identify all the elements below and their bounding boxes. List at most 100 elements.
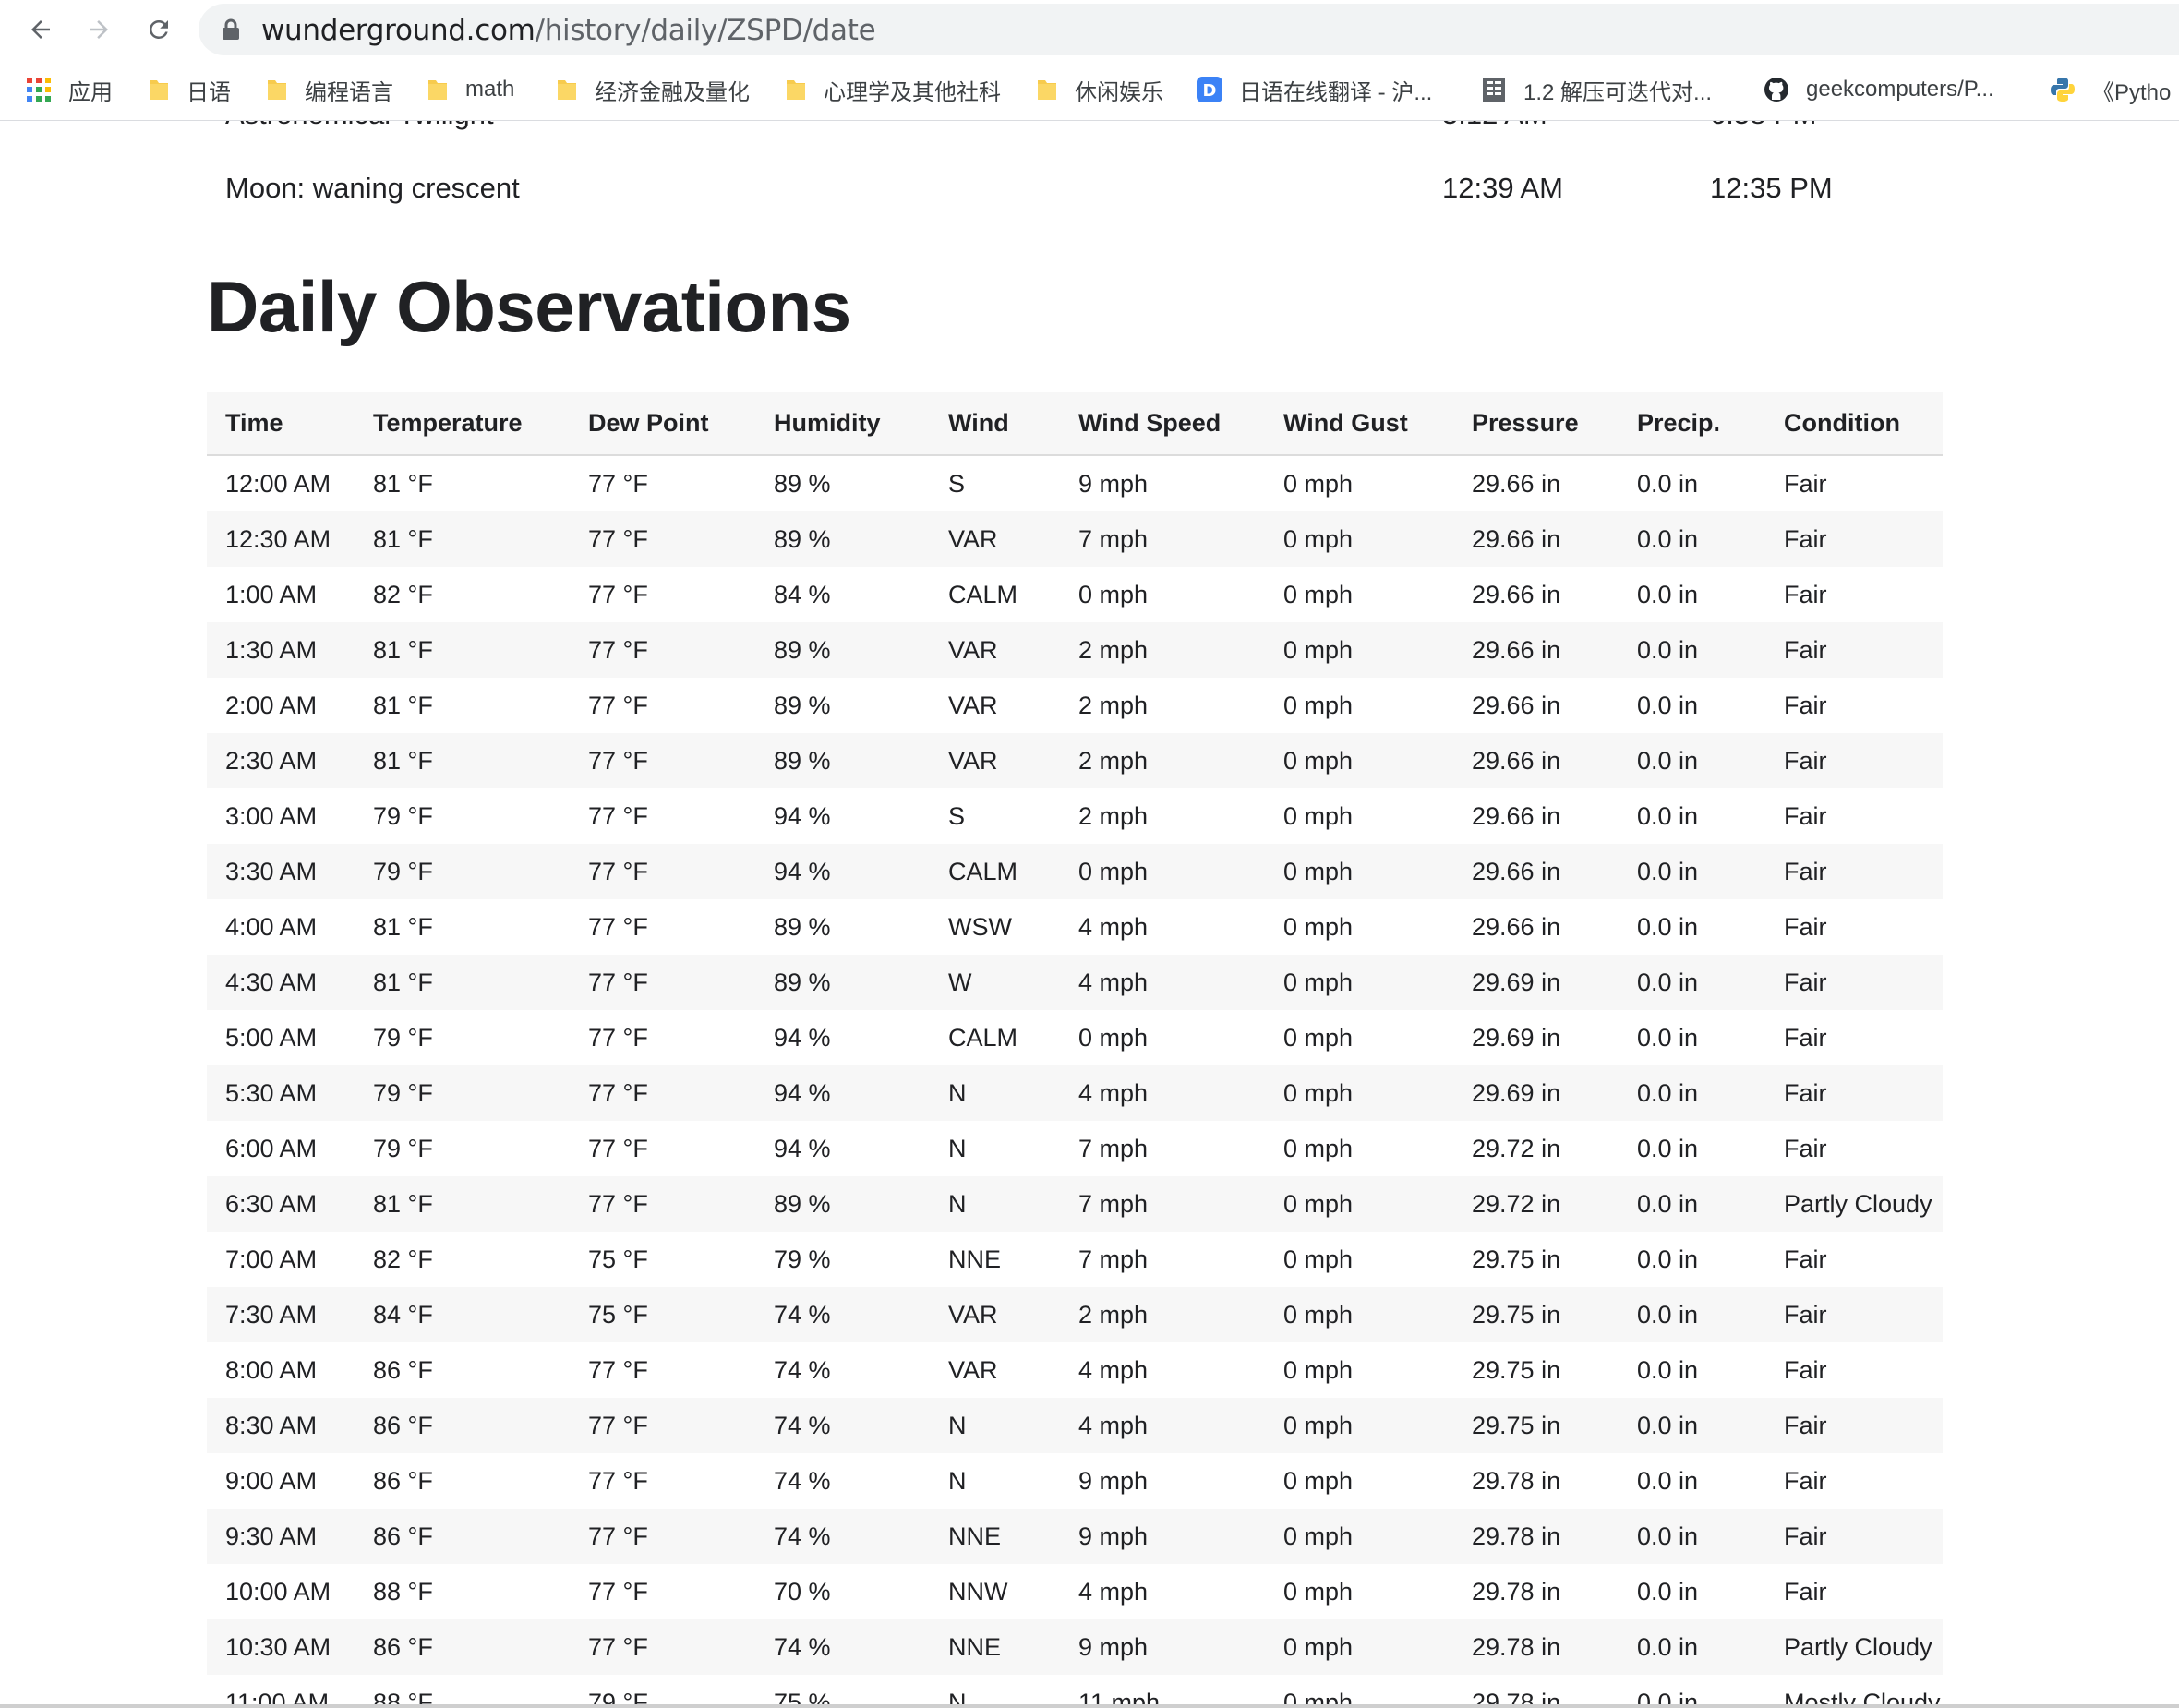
table-cell: 86 °F: [355, 1619, 570, 1675]
table-cell: 79 °F: [373, 1023, 433, 1052]
bookmark-github-geekcomputers[interactable]: geekcomputers/P...: [1764, 71, 1994, 108]
table-cell: 0 mph: [1265, 1287, 1453, 1342]
table-cell: 86 °F: [373, 1466, 433, 1495]
table-row: 6:00 AM 79 °F 77 °F 94 % N 7 mph 0 mph 29.72 in…: [207, 1121, 1943, 1176]
back-button[interactable]: [20, 9, 61, 50]
table-cell: 84 °F: [355, 1287, 570, 1342]
bookmark-apps[interactable]: 应用: [26, 71, 113, 108]
table-cell: 0.0 in: [1619, 622, 1765, 678]
table-cell: Mostly Cloudy: [1784, 1688, 1941, 1708]
table-cell: 77 °F: [588, 801, 648, 830]
table-cell: 0.0 in: [1637, 912, 1699, 941]
table-body: 12:00 AM 81 °F 77 °F 89 % S 9 mph 0 mph 29.66 i…: [207, 455, 1943, 1708]
table-cell: 79 °F: [355, 844, 570, 899]
table-cell: Fair: [1784, 469, 1827, 498]
table-cell: 77 °F: [588, 469, 648, 498]
url-path: /history/daily/ZSPD/date: [535, 14, 876, 47]
table-cell: 77 °F: [570, 622, 755, 678]
table-cell: 29.66 in: [1472, 801, 1561, 830]
apps-grid-icon: [27, 78, 51, 102]
arrow-right-icon: [90, 20, 108, 39]
table-cell: Fair: [1784, 912, 1827, 941]
column-header-wind[interactable]: Wind: [930, 392, 1060, 456]
table-cell: 4 mph: [1060, 955, 1265, 1010]
table-cell: 4 mph: [1078, 1577, 1149, 1606]
table-cell: 70 %: [774, 1577, 831, 1606]
table-cell: 77 °F: [570, 844, 755, 899]
table-cell: 74 %: [755, 1509, 930, 1564]
table-cell: 0 mph: [1283, 1134, 1354, 1162]
forward-button[interactable]: [78, 9, 119, 50]
bookmark-label: 经济金融及量化: [595, 79, 750, 105]
column-header-dew-point[interactable]: Dew Point: [570, 392, 755, 456]
table-cell: 0 mph: [1078, 580, 1149, 608]
address-bar[interactable]: wunderground.com/history/daily/ZSPD/date: [199, 4, 2179, 55]
table-row: 2:30 AM 81 °F 77 °F 89 % VAR 2 mph 0 mph 29.66 …: [207, 733, 1943, 788]
table-cell: 75 °F: [588, 1245, 648, 1273]
window-bottom-edge: [0, 1704, 2179, 1708]
table-cell: 94 %: [755, 844, 930, 899]
bookmark-folder-programming[interactable]: 编程语言: [266, 71, 393, 108]
table-cell: 4:30 AM: [207, 955, 355, 1010]
reload-icon: [149, 19, 168, 39]
table-row: 3:30 AM 79 °F 77 °F 94 % CALM 0 mph 0 mph 29.66…: [207, 844, 1943, 899]
moon-rise: 12:39 AM: [1442, 172, 1563, 204]
column-header-condition[interactable]: Condition: [1765, 392, 1943, 456]
column-header-precip[interactable]: Precip.: [1619, 392, 1765, 456]
table-cell: 0.0 in: [1619, 1398, 1765, 1453]
bookmark-iterable-unpack[interactable]: 1.2 解压可迭代对...: [1481, 71, 1712, 108]
table-cell: 0 mph: [1283, 1355, 1354, 1384]
table-cell: 81 °F: [355, 1176, 570, 1232]
table-cell: S: [948, 469, 966, 498]
bookmark-label: 1.2 解压可迭代对...: [1523, 79, 1713, 105]
bookmark-label: 应用: [68, 79, 113, 105]
bookmark-label: 编程语言: [305, 79, 393, 105]
table-cell: 77 °F: [570, 511, 755, 567]
table-cell: 9 mph: [1060, 1509, 1265, 1564]
bookmark-python[interactable]: 《Pytho: [2050, 71, 2171, 108]
table-cell: 74 %: [755, 1398, 930, 1453]
python-icon: [2051, 78, 2075, 102]
column-header-humidity[interactable]: Humidity: [755, 392, 930, 456]
bookmark-label: 休闲娱乐: [1075, 79, 1163, 105]
table-cell: N: [930, 1398, 1060, 1453]
table-cell: 89 %: [755, 733, 930, 788]
table-cell: 12:00 AM: [225, 469, 331, 498]
table-cell: W: [930, 955, 1060, 1010]
column-header-temperature[interactable]: Temperature: [355, 392, 570, 456]
bookmark-folder-psychology[interactable]: 心理学及其他社科: [785, 71, 1001, 108]
table-cell: 2 mph: [1078, 691, 1149, 719]
column-header-pressure[interactable]: Pressure: [1453, 392, 1619, 456]
table-cell: 0 mph: [1078, 1023, 1149, 1052]
table-cell: 0 mph: [1265, 511, 1453, 567]
table-cell: Fair: [1784, 1577, 1827, 1606]
column-header-wind-gust[interactable]: Wind Gust: [1265, 392, 1453, 456]
table-cell: VAR: [948, 1355, 998, 1384]
table-cell: 0 mph: [1265, 1176, 1453, 1232]
table-cell: 1:00 AM: [225, 580, 318, 608]
column-header-wind-speed[interactable]: Wind Speed: [1060, 392, 1265, 456]
table-cell: 0 mph: [1265, 844, 1453, 899]
moon-label: Moon: waning crescent: [225, 172, 520, 204]
table-cell: 84 %: [774, 580, 831, 608]
bookmark-folder-japanese[interactable]: 日语: [148, 71, 231, 108]
bookmark-folder-finance[interactable]: 经济金融及量化: [556, 71, 750, 108]
table-cell: Fair: [1765, 511, 1943, 567]
column-header-time[interactable]: Time: [207, 392, 355, 456]
page-content: Astronomical Twilight 5:12 AM 6:58 PM Mo…: [0, 121, 2179, 1708]
table-cell: N: [930, 1176, 1060, 1232]
table-row: 9:30 AM 86 °F 77 °F 74 % NNE 9 mph 0 mph 29.78 …: [207, 1509, 1943, 1564]
table-cell: 29.78 in: [1472, 1466, 1561, 1495]
table-cell: 94 %: [774, 1023, 831, 1052]
table-cell: 29.75 in: [1472, 1245, 1561, 1273]
table-cell: Fair: [1784, 1466, 1827, 1495]
table-cell: 0 mph: [1265, 622, 1453, 678]
table-cell: 29.72 in: [1453, 1176, 1619, 1232]
bookmark-japanese-translate[interactable]: D 日语在线翻译 - 沪...: [1197, 71, 1432, 108]
bookmark-folder-math[interactable]: math: [427, 71, 514, 108]
bookmark-folder-leisure[interactable]: 休闲娱乐: [1036, 71, 1163, 108]
table-cell: Fair: [1765, 1287, 1943, 1342]
table-cell: 2:00 AM: [225, 691, 318, 719]
table-cell: Fair: [1765, 733, 1943, 788]
reload-button[interactable]: [138, 9, 179, 50]
